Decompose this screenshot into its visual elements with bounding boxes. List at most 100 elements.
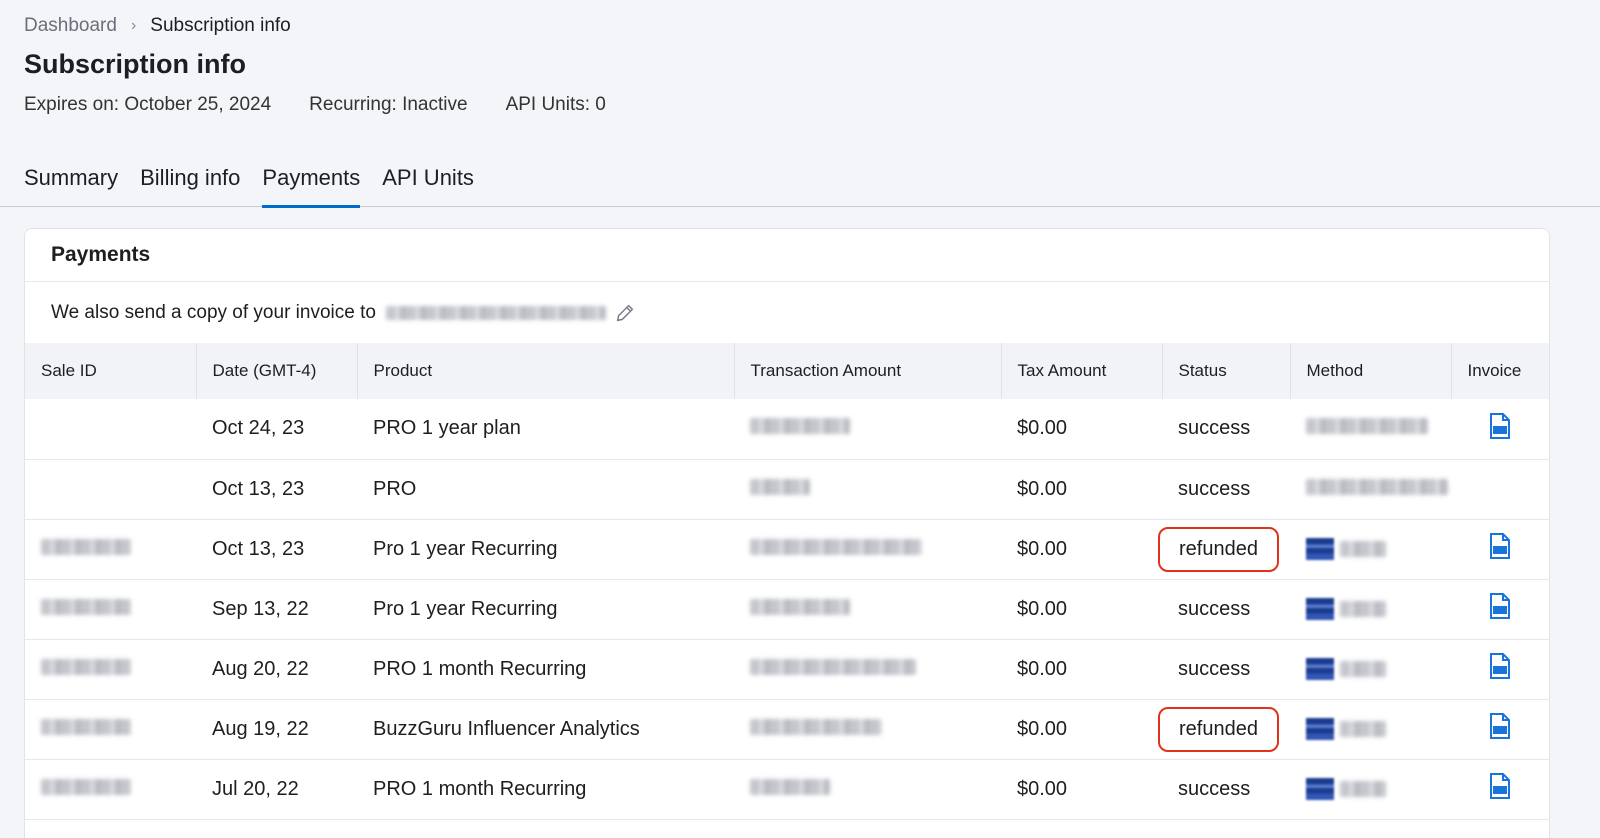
redacted-card-number [1339,721,1386,738]
column-header-date: Date (GMT-4) [196,343,358,399]
redacted-amount [750,718,882,735]
product-cell: PRO 1 year plan [373,417,521,440]
invoice-cell [1451,759,1549,819]
status-refunded-highlight: refunded [1158,526,1279,572]
amount-cell [734,579,1001,639]
sale-id-cell [25,459,196,519]
method-cell [1290,639,1451,699]
table-header-row: Sale ID Date (GMT-4) Product Transaction… [25,343,1549,399]
method-cell [1290,459,1451,519]
redacted-card-number [1339,601,1386,618]
amount-cell [734,759,1001,819]
tax-cell: $0.00 [1017,657,1068,680]
method-cell [1290,579,1451,639]
invoice-cell [1451,639,1549,699]
table-row: Oct 13, 23 PRO $0.00 success [25,459,1549,519]
sale-id-cell [25,759,196,819]
redacted-amount [750,418,850,435]
product-cell: Pro 1 year Recurring [373,537,558,560]
invoice-cell [1451,399,1549,459]
table-row: Aug 20, 22 PRO 1 month Recurring $0.00 s… [25,639,1549,699]
redacted-amount [750,598,850,615]
page-title: Subscription info [24,49,246,79]
tab-payments[interactable]: Payments [262,160,360,208]
credit-card-icon [1306,718,1334,741]
method-cell [1290,519,1451,579]
table-row: Aug 19, 22 BuzzGuru Influencer Analytics… [25,699,1549,759]
tab-api-units[interactable]: API Units [382,160,474,207]
api-units-text: API Units: 0 [505,94,606,115]
column-header-sale-id: Sale ID [25,343,197,399]
tax-cell: $0.00 [1017,477,1068,500]
chevron-right-icon: › [130,17,137,34]
sale-id-cell [25,579,196,639]
redacted-amount [750,478,810,495]
pdf-icon[interactable] [1489,713,1511,739]
tab-billing-info[interactable]: Billing info [140,160,240,207]
pdf-icon[interactable] [1489,773,1511,799]
date-cell: Sep 13, 22 [212,597,309,620]
payments-card: Payments We also send a copy of your inv… [24,228,1550,838]
invoice-cell [1451,459,1549,519]
amount-cell [734,699,1001,759]
column-header-method: Method [1290,343,1452,399]
product-cell: PRO 1 month Recurring [373,777,587,800]
status-cell: success [1178,777,1251,800]
tax-cell: $0.00 [1017,417,1068,440]
invoice-note: We also send a copy of your invoice to [25,282,1549,343]
status-cell: success [1178,657,1251,680]
invoice-cell [1451,699,1549,759]
sale-id-cell [25,399,196,459]
redacted-amount [750,538,922,555]
payments-title: Payments [25,229,1549,282]
pencil-icon[interactable] [614,302,636,324]
tax-cell: $0.00 [1017,537,1068,560]
method-cell [1290,699,1451,759]
redacted-amount [750,658,916,675]
method-cell [1290,759,1451,819]
recurring-text: Recurring: Inactive [309,94,468,115]
tax-cell: $0.00 [1017,597,1068,620]
credit-card-icon [1306,598,1334,621]
redacted-email [385,305,606,320]
table-row: Oct 24, 23 PRO 1 year plan $0.00 success [25,399,1549,459]
invoice-cell [1451,579,1549,639]
table-row: Oct 13, 23 Pro 1 year Recurring $0.00 re… [25,519,1549,579]
tab-bar: Summary Billing info Payments API Units [0,160,1600,208]
redacted-card-number [1339,541,1386,558]
product-cell: Pro 1 year Recurring [373,597,558,620]
date-cell: Oct 13, 23 [212,477,305,500]
pdf-icon[interactable] [1489,653,1511,679]
redacted-card-number [1339,661,1386,678]
column-header-product: Product [357,343,735,399]
redacted-method [1306,478,1448,495]
status-cell: success [1178,417,1251,440]
pdf-icon[interactable] [1489,412,1511,439]
redacted-sale-id [41,538,131,555]
date-cell: Aug 20, 22 [212,657,309,680]
redacted-method [1306,418,1428,435]
date-cell: Jul 20, 22 [212,777,299,800]
table-row: Jul 20, 22 PRO 1 month Recurring $0.00 s… [25,759,1549,819]
date-cell: Oct 24, 23 [212,417,305,440]
breadcrumb-dashboard-link[interactable]: Dashboard [24,15,117,37]
breadcrumb: Dashboard › Subscription info [24,15,291,37]
payments-table: Sale ID Date (GMT-4) Product Transaction… [25,343,1549,820]
product-cell: BuzzGuru Influencer Analytics [373,717,640,740]
column-header-tax-amount: Tax Amount [1001,343,1163,399]
status-refunded-highlight: refunded [1158,706,1279,752]
credit-card-icon [1306,778,1334,801]
tab-summary[interactable]: Summary [24,160,118,207]
invoice-cell [1451,519,1549,579]
status-cell: success [1178,477,1251,500]
pdf-icon[interactable] [1489,593,1511,619]
amount-cell [734,399,1001,459]
credit-card-icon [1306,538,1334,561]
pdf-icon[interactable] [1489,533,1511,559]
tax-cell: $0.00 [1017,717,1068,740]
subscription-meta: Expires on: October 25, 2024 Recurring: … [24,94,644,116]
date-cell: Aug 19, 22 [212,717,309,740]
redacted-sale-id [41,778,131,795]
sale-id-cell [25,699,196,759]
column-header-transaction-amount: Transaction Amount [734,343,1002,399]
